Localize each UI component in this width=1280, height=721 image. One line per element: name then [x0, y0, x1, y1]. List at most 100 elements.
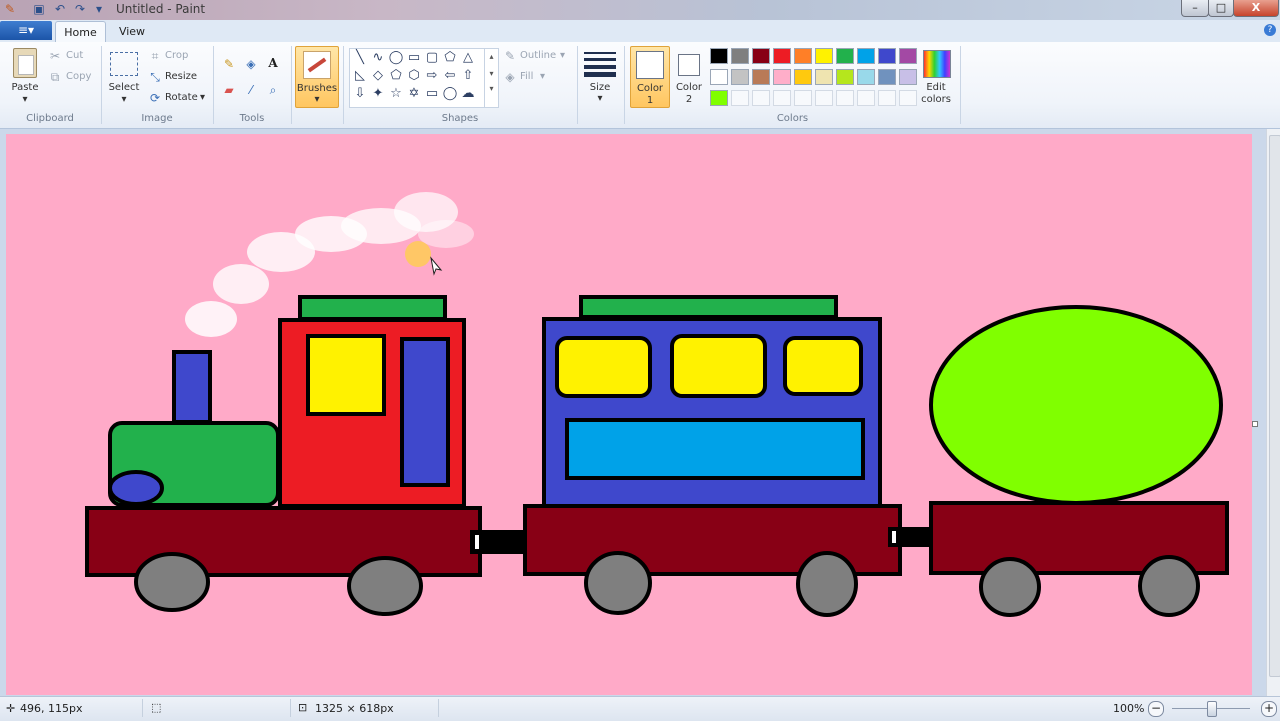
color-swatch[interactable]: [878, 48, 896, 64]
shapes-scroll[interactable]: ▴ ▾ ▾: [484, 49, 498, 107]
file-menu-button[interactable]: ≡▾: [0, 21, 52, 40]
canvas-resize-handle[interactable]: [1252, 421, 1258, 427]
save-icon[interactable]: ▣: [32, 2, 46, 16]
color-swatch[interactable]: [857, 48, 875, 64]
fill-button[interactable]: ◈ Fill ▾: [503, 70, 563, 86]
color-swatch[interactable]: [773, 48, 791, 64]
color-swatch[interactable]: [731, 69, 749, 85]
paint-icon[interactable]: ✎: [3, 2, 17, 16]
paste-button[interactable]: Paste ▾: [6, 46, 44, 106]
left-arrow-shape-icon[interactable]: ⇦: [442, 68, 458, 84]
down-arrow-shape-icon[interactable]: ⇩: [352, 86, 368, 102]
color2-button[interactable]: Color 2: [671, 46, 707, 106]
color-swatch[interactable]: [794, 48, 812, 64]
zoom-slider-thumb[interactable]: [1207, 701, 1217, 717]
tank: [929, 305, 1223, 505]
tab-view[interactable]: View: [108, 21, 156, 42]
color-swatch[interactable]: [899, 48, 917, 64]
rectangle-shape-icon[interactable]: ▭: [406, 50, 422, 66]
color-swatch[interactable]: [899, 69, 917, 85]
close-button[interactable]: X: [1233, 0, 1279, 17]
zoom-out-button[interactable]: −: [1148, 701, 1164, 717]
color-swatch[interactable]: [752, 69, 770, 85]
select-button[interactable]: Select ▾: [106, 46, 142, 106]
resize-label: Resize: [165, 71, 198, 82]
resize-button[interactable]: ⤡ Resize: [148, 70, 208, 86]
color-swatch[interactable]: [836, 48, 854, 64]
color-picker-icon[interactable]: ⁄: [244, 83, 258, 97]
text-icon[interactable]: A: [266, 56, 280, 70]
color-swatch[interactable]: [710, 69, 728, 85]
ribbon-separator: [291, 46, 292, 124]
crop-button[interactable]: ⌗ Crop: [148, 49, 208, 65]
color2-number: 2: [685, 94, 693, 105]
color-swatch[interactable]: [794, 69, 812, 85]
pentagon-shape-icon[interactable]: ⬠: [388, 68, 404, 84]
four-point-star-shape-icon[interactable]: ✦: [370, 86, 386, 102]
pencil-icon[interactable]: ✎: [222, 57, 236, 71]
color-wheel-icon: [923, 50, 951, 78]
edit-colors-button[interactable]: Edit colors: [918, 46, 954, 106]
minimize-button[interactable]: –: [1181, 0, 1209, 17]
curve-shape-icon[interactable]: ∿: [370, 50, 386, 66]
vertical-scrollbar[interactable]: [1266, 129, 1280, 696]
color-swatch[interactable]: [836, 90, 854, 106]
callout-cloud-shape-icon[interactable]: ☁: [460, 86, 476, 102]
size-button[interactable]: Size ▾: [582, 46, 618, 106]
color-swatch[interactable]: [836, 69, 854, 85]
scrollbar-thumb[interactable]: [1269, 135, 1280, 677]
color-swatch[interactable]: [857, 69, 875, 85]
right-arrow-shape-icon[interactable]: ⇨: [424, 68, 440, 84]
undo-icon[interactable]: ↶: [53, 2, 67, 16]
up-arrow-shape-icon[interactable]: ⇧: [460, 68, 476, 84]
brushes-button[interactable]: Brushes ▾: [295, 46, 339, 108]
drawing-canvas[interactable]: [6, 134, 1252, 695]
redo-icon[interactable]: ↷: [73, 2, 87, 16]
line-shape-icon[interactable]: ╲: [352, 50, 368, 66]
color-swatch[interactable]: [815, 69, 833, 85]
select-label: Select: [108, 82, 140, 93]
color-swatch[interactable]: [710, 90, 728, 106]
zoom-in-button[interactable]: +: [1261, 701, 1277, 717]
color-swatch[interactable]: [899, 90, 917, 106]
color-swatch[interactable]: [752, 90, 770, 106]
crop-label: Crop: [165, 50, 189, 61]
diamond-shape-icon[interactable]: ◇: [370, 68, 386, 84]
callout-oval-shape-icon[interactable]: ◯: [442, 86, 458, 102]
maximize-button[interactable]: □: [1208, 0, 1234, 17]
color-swatch[interactable]: [731, 90, 749, 106]
cut-button[interactable]: ✂ Cut: [48, 49, 98, 65]
rotate-button[interactable]: ⟳ Rotate ▾: [148, 91, 210, 107]
color-swatch[interactable]: [752, 48, 770, 64]
customize-icon[interactable]: ▾: [92, 2, 106, 16]
outline-button[interactable]: ✎ Outline ▾: [503, 49, 575, 65]
status-bar: ✛ 496, 115px ⬚ ⊡ 1325 × 618px 100% − +: [0, 696, 1280, 721]
magnifier-icon[interactable]: ⌕: [266, 83, 280, 97]
color-swatch[interactable]: [773, 90, 791, 106]
color-swatch[interactable]: [815, 48, 833, 64]
hexagon-shape-icon[interactable]: ⬡: [406, 68, 422, 84]
color-swatch[interactable]: [815, 90, 833, 106]
five-point-star-shape-icon[interactable]: ☆: [388, 86, 404, 102]
right-triangle-shape-icon[interactable]: ◺: [352, 68, 368, 84]
rounded-rectangle-shape-icon[interactable]: ▢: [424, 50, 440, 66]
color-swatch[interactable]: [857, 90, 875, 106]
oval-shape-icon[interactable]: ◯: [388, 50, 404, 66]
fill-bucket-icon[interactable]: ◈: [244, 57, 258, 71]
tab-home[interactable]: Home: [55, 21, 106, 43]
six-point-star-shape-icon[interactable]: ✡: [406, 86, 422, 102]
eraser-icon[interactable]: ▰: [222, 83, 236, 97]
size-label: Size: [589, 82, 611, 93]
triangle-shape-icon[interactable]: △: [460, 50, 476, 66]
color-swatch[interactable]: [710, 48, 728, 64]
color-swatch[interactable]: [878, 90, 896, 106]
callout-rectangle-shape-icon[interactable]: ▭: [424, 86, 440, 102]
color-swatch[interactable]: [731, 48, 749, 64]
copy-button[interactable]: ⧉ Copy: [48, 70, 98, 86]
color1-button[interactable]: Color 1: [630, 46, 670, 108]
help-icon[interactable]: ?: [1264, 24, 1276, 36]
color-swatch[interactable]: [773, 69, 791, 85]
color-swatch[interactable]: [794, 90, 812, 106]
polygon-shape-icon[interactable]: ⬠: [442, 50, 458, 66]
color-swatch[interactable]: [878, 69, 896, 85]
